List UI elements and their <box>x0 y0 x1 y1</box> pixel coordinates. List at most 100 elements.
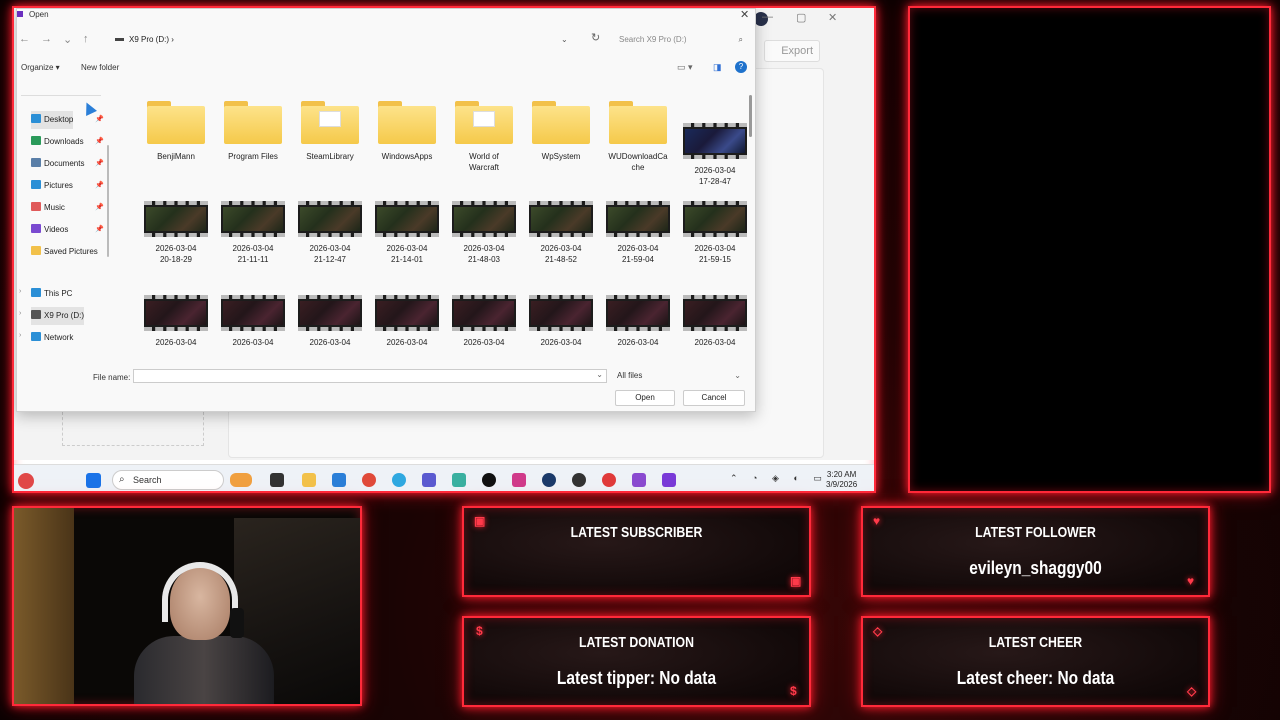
video-thumbnail <box>144 201 208 237</box>
cat-widget-icon[interactable] <box>230 473 252 487</box>
nav-item-desktop[interactable]: Desktop 📌 <box>31 111 104 129</box>
store-icon[interactable] <box>452 473 466 487</box>
terminal-icon[interactable] <box>270 473 284 487</box>
nav-item-downloads[interactable]: Downloads 📌 <box>31 133 104 151</box>
record-app-icon[interactable] <box>602 473 616 487</box>
pin-icon[interactable]: 📌 <box>95 221 104 239</box>
forward-arrow-icon[interactable]: → <box>41 33 52 45</box>
file-name-input[interactable]: ⌄ <box>133 369 607 383</box>
file-type-select[interactable]: All files ⌄ <box>615 369 743 383</box>
chevron-down-icon[interactable]: ⌄ <box>596 370 603 379</box>
nav-item-documents[interactable]: Documents 📌 <box>31 155 104 173</box>
pin-icon[interactable]: 📌 <box>95 155 104 173</box>
video-file-item[interactable]: 2026-03-04 21-59-15 <box>678 201 751 265</box>
chrome-icon[interactable] <box>362 473 376 487</box>
nav-item-this-pc[interactable]: This PC <box>31 285 72 303</box>
expand-chevron-icon[interactable]: › <box>19 288 21 295</box>
file-name-label: File name: <box>93 373 131 382</box>
recent-chevron-icon[interactable]: ⌄ <box>63 33 72 46</box>
folder-item[interactable]: WUDownloadCa che <box>601 99 675 173</box>
chevron-down-icon[interactable]: ⌄ <box>561 30 568 49</box>
view-options-icon[interactable]: ▭ ▾ <box>677 62 699 76</box>
video-file-item[interactable]: 2026-03-04 <box>293 295 367 348</box>
folder-item[interactable]: SteamLibrary <box>293 99 367 162</box>
tiktok-icon[interactable] <box>482 473 496 487</box>
nav-item-label: Videos <box>44 225 69 234</box>
refresh-icon[interactable]: ↻ <box>591 31 600 44</box>
video-file-item[interactable]: 2026-03-04 <box>370 295 444 348</box>
mail-icon[interactable] <box>332 473 346 487</box>
video-file-item[interactable]: 2026-03-04 <box>524 295 598 348</box>
close-icon[interactable]: ✕ <box>828 11 837 24</box>
nav-item-network[interactable]: Network <box>31 329 73 347</box>
file-list-scrollbar[interactable] <box>749 95 752 137</box>
minimize-icon[interactable]: — <box>762 11 773 23</box>
nav-item-pictures[interactable]: Pictures 📌 <box>31 177 104 195</box>
video-file-item[interactable]: 2026-03-04 <box>601 295 675 348</box>
search-input[interactable]: Search X9 Pro (D:) ⌕ <box>613 31 747 49</box>
widgets-icon[interactable] <box>18 473 34 489</box>
video-file-item[interactable]: 2026-03-04 17-28-47 <box>678 123 751 187</box>
folder-icon <box>455 99 513 145</box>
nav-item-music[interactable]: Music 📌 <box>31 199 104 217</box>
steam-icon[interactable] <box>542 473 556 487</box>
video-file-item[interactable]: 2026-03-04 <box>216 295 290 348</box>
pin-icon[interactable]: 📌 <box>95 199 104 217</box>
export-button[interactable]: Export <box>764 40 820 62</box>
video-file-item[interactable]: 2026-03-04 21-14-01 <box>370 201 444 265</box>
pin-icon[interactable]: 📌 <box>95 133 104 151</box>
maximize-icon[interactable]: ▢ <box>796 11 806 24</box>
instagram-icon[interactable] <box>512 473 526 487</box>
folder-item[interactable]: WindowsApps <box>370 99 444 162</box>
editor-app-icon[interactable] <box>662 473 676 487</box>
expand-chevron-icon[interactable]: › <box>19 310 21 317</box>
system-tray[interactable]: ⌃ ◔ ◈ ◐ ▭ <box>730 473 828 484</box>
help-icon[interactable]: ? <box>735 61 747 73</box>
folder-item[interactable]: Program Files <box>216 99 290 162</box>
close-icon[interactable]: ✕ <box>740 8 749 21</box>
pin-icon[interactable]: 📌 <box>95 177 104 195</box>
preview-pane-icon[interactable]: ◨ <box>713 62 722 73</box>
video-file-item[interactable]: 2026-03-04 <box>139 295 213 348</box>
video-file-item[interactable]: 2026-03-04 <box>447 295 521 348</box>
file-name-label: 2026-03-04 <box>232 338 274 347</box>
twitch-icon[interactable] <box>632 473 646 487</box>
organize-menu[interactable]: Organize ▾ <box>21 63 60 72</box>
nav-scrollbar[interactable] <box>107 145 109 257</box>
folder-icon <box>301 99 359 145</box>
folder-item[interactable]: WpSystem <box>524 99 598 162</box>
folder-icon <box>224 99 282 145</box>
new-folder-button[interactable]: New folder <box>81 63 119 72</box>
edge-icon[interactable] <box>392 473 406 487</box>
nav-item-saved-pictures[interactable]: Saved Pictures <box>31 243 98 261</box>
cancel-button[interactable]: Cancel <box>683 390 745 406</box>
back-arrow-icon[interactable]: ← <box>19 33 30 45</box>
nav-item-x9-pro-d-[interactable]: X9 Pro (D:) <box>31 307 85 325</box>
up-arrow-icon[interactable]: ↑ <box>83 33 89 45</box>
folder-item[interactable]: World of Warcraft <box>447 99 521 173</box>
folder-item[interactable]: BenjiMann <box>139 99 213 162</box>
video-file-item[interactable]: 2026-03-04 <box>678 295 751 348</box>
taskbar-search[interactable]: ⌕ Search <box>112 470 224 490</box>
drop-zone[interactable] <box>62 412 204 446</box>
video-file-item[interactable]: 2026-03-04 20-18-29 <box>139 201 213 265</box>
video-file-item[interactable]: 2026-03-04 21-12-47 <box>293 201 367 265</box>
open-button[interactable]: Open <box>615 390 675 406</box>
video-file-item[interactable]: 2026-03-04 21-48-52 <box>524 201 598 265</box>
expand-chevron-icon[interactable]: › <box>19 332 21 339</box>
file-list: BenjiMann Program Files SteamLibrary Window… <box>123 87 751 363</box>
pin-icon[interactable]: 📌 <box>95 111 104 129</box>
latest-subscriber-title: LATEST SUBSCRIBER <box>570 524 703 541</box>
music-icon <box>31 202 41 211</box>
taskbar-clock[interactable]: 3:20 AM 3/9/2026 <box>826 470 857 490</box>
video-file-item[interactable]: 2026-03-04 21-59-04 <box>601 201 675 265</box>
video-file-item[interactable]: 2026-03-04 21-48-03 <box>447 201 521 265</box>
windows-start-icon[interactable] <box>86 473 101 488</box>
video-file-item[interactable]: 2026-03-04 21-11-11 <box>216 201 290 265</box>
file-explorer-icon[interactable] <box>302 473 316 487</box>
address-bar[interactable]: X9 Pro (D:) › ⌄ <box>109 30 593 50</box>
obs-icon[interactable] <box>572 473 586 487</box>
file-name-label: WindowsApps <box>381 152 433 161</box>
nav-item-videos[interactable]: Videos 📌 <box>31 221 104 239</box>
teams-icon[interactable] <box>422 473 436 487</box>
